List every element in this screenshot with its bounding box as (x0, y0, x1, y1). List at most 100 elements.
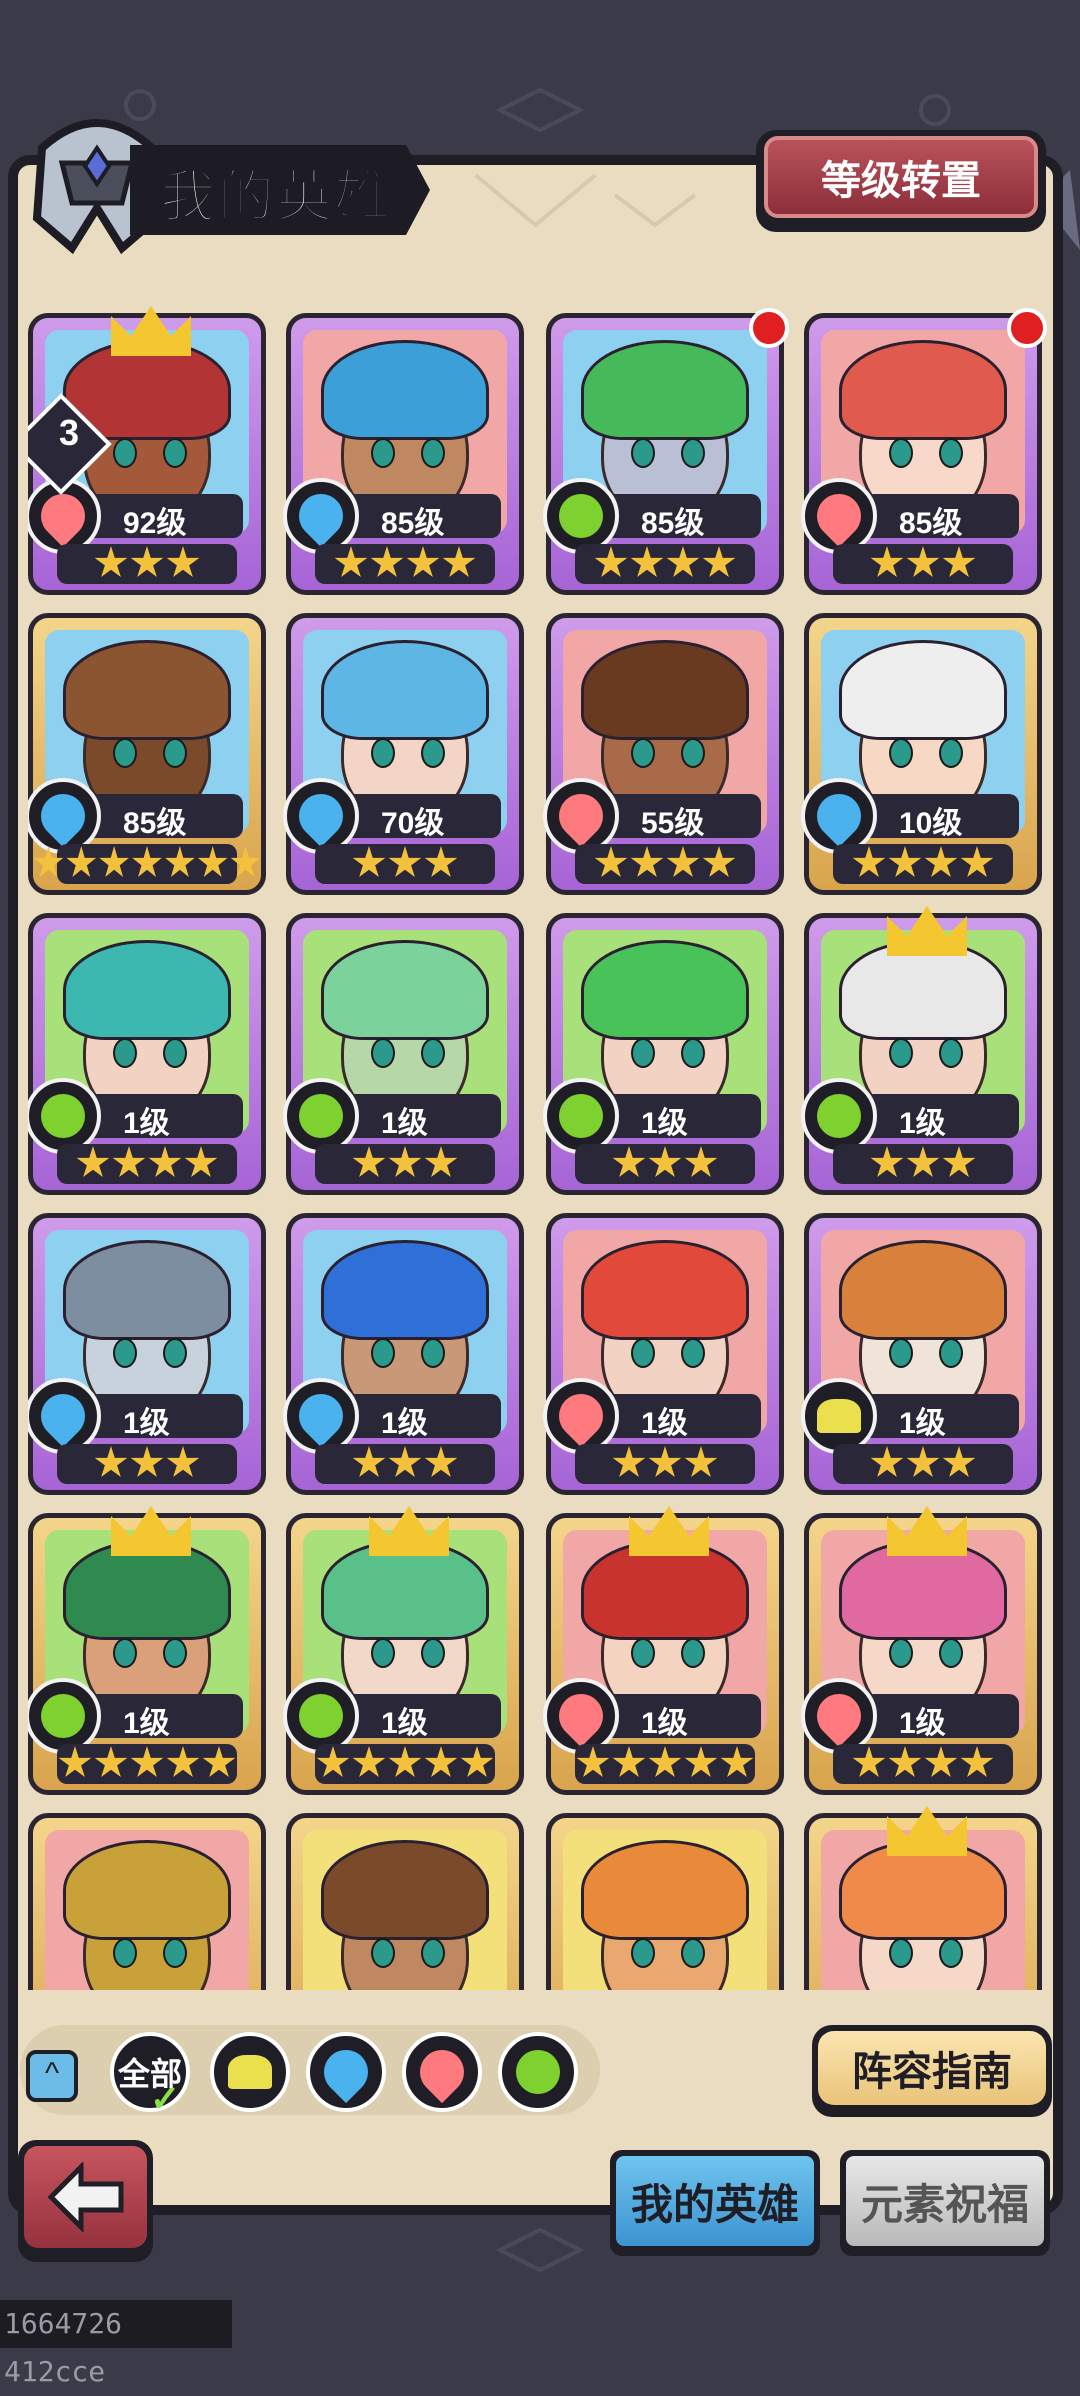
star-icon (94, 1446, 128, 1477)
star-icon (666, 546, 700, 577)
hero-card[interactable] (804, 1806, 1042, 1990)
fire-element-icon (549, 1384, 613, 1448)
hero-eye (631, 1038, 655, 1068)
hero-card[interactable]: 10级 (801, 613, 1042, 895)
wind-element-icon (299, 1094, 343, 1138)
crown-icon (887, 906, 967, 956)
level-transfer-button[interactable]: 等级转置 (756, 130, 1046, 232)
star-icon (942, 546, 976, 577)
hero-card[interactable]: 92级 3 (28, 306, 266, 595)
hero-level: 1级 (641, 1107, 688, 1140)
hero-card[interactable]: 85级 (801, 308, 1047, 595)
filter-wind-button[interactable] (498, 2032, 578, 2112)
tab-my-heroes[interactable]: 我的英雄 (610, 2150, 820, 2256)
star-rating (551, 846, 779, 880)
filter-earth-button[interactable] (210, 2032, 290, 2112)
fire-element-badge (543, 1378, 619, 1454)
water-element-badge (801, 778, 877, 854)
fire-element-icon (549, 1684, 613, 1748)
hero-level: 85级 (899, 507, 963, 540)
hero-card[interactable]: 1级 (543, 1213, 784, 1495)
hero-level: 92级 (123, 507, 187, 540)
water-element-icon (289, 784, 353, 848)
hero-eye (421, 1038, 445, 1068)
filter-fire-button[interactable] (402, 2032, 482, 2112)
star-icon (316, 1746, 350, 1777)
star-icon (388, 1746, 422, 1777)
hero-card[interactable]: 1级 (28, 913, 266, 1195)
collapse-up-button[interactable]: ^ (26, 2050, 78, 2102)
hero-eye (939, 438, 963, 468)
star-icon (388, 1146, 422, 1177)
hero-eye (889, 1038, 913, 1068)
hero-hair (581, 1240, 749, 1340)
hero-card[interactable]: 85级 (543, 308, 789, 595)
hero-eye (631, 1938, 655, 1968)
star-icon (648, 1746, 682, 1777)
filter-water-button[interactable] (306, 2032, 386, 2112)
hero-card[interactable]: 1级 (543, 913, 784, 1195)
star-rating (33, 846, 261, 880)
hero-hair (581, 940, 749, 1040)
hero-card[interactable] (286, 1813, 524, 1990)
star-icon (230, 846, 261, 877)
hero-hair (581, 1840, 749, 1940)
hero-hair (321, 640, 489, 740)
lineup-guide-button[interactable]: 阵容指南 (812, 2025, 1052, 2117)
hero-eye (113, 438, 137, 468)
star-icon (406, 546, 440, 577)
hero-portrait (45, 1830, 249, 1990)
hero-card[interactable]: 1级 (801, 1213, 1042, 1495)
star-icon (130, 546, 164, 577)
hero-eye (681, 438, 705, 468)
water-element-badge (283, 1378, 359, 1454)
hero-card[interactable] (28, 1813, 266, 1990)
star-icon (888, 846, 922, 877)
star-icon (684, 1446, 718, 1477)
hero-card[interactable]: 1级 (801, 906, 1042, 1195)
star-icon (130, 1446, 164, 1477)
hero-card[interactable]: 85级 (283, 313, 524, 595)
star-rating (551, 546, 779, 580)
hero-card[interactable]: 1级 (543, 1506, 784, 1795)
star-icon (352, 1446, 386, 1477)
hero-card[interactable]: 1级 (801, 1506, 1042, 1795)
hero-card[interactable] (546, 1813, 784, 1990)
star-rating (809, 846, 1037, 880)
hero-grid[interactable]: 92级 3 85级 85级 85级 85级 70级 55级 10级 1级 1级 1级 1级 1级 1级 1级 1… (28, 305, 1053, 1990)
build-id: 1664726 412cce (0, 2300, 232, 2388)
hero-card[interactable]: 1级 (283, 913, 524, 1195)
star-icon (612, 1746, 646, 1777)
hero-card[interactable]: 1级 (283, 1213, 524, 1495)
star-icon (960, 1746, 994, 1777)
hero-level: 1级 (641, 1407, 688, 1440)
star-rating (33, 1446, 261, 1480)
hero-eye (939, 1938, 963, 1968)
hero-card[interactable]: 1级 (28, 1213, 266, 1495)
hero-eye (113, 738, 137, 768)
fire-element-icon (807, 484, 871, 548)
tab-element-blessing[interactable]: 元素祝福 (840, 2150, 1050, 2256)
hero-eye (421, 1638, 445, 1668)
earth-element-icon (817, 1399, 861, 1433)
crown-icon (887, 1806, 967, 1856)
hero-level: 85级 (641, 507, 705, 540)
star-icon (906, 1146, 940, 1177)
hero-card[interactable]: 55级 (543, 613, 784, 895)
hero-eye (939, 738, 963, 768)
crown-icon (111, 306, 191, 356)
water-element-icon (289, 1384, 353, 1448)
hero-level: 1级 (641, 1707, 688, 1740)
back-button[interactable] (18, 2140, 153, 2262)
hero-hair (321, 340, 489, 440)
wind-element-badge (28, 1078, 101, 1154)
hero-hair (63, 1240, 231, 1340)
earth-element-badge (801, 1378, 877, 1454)
hero-card[interactable]: 70级 (283, 613, 524, 895)
hero-card[interactable]: 1级 (28, 1506, 266, 1795)
star-icon (166, 1446, 200, 1477)
hero-card[interactable]: 85级 (28, 613, 266, 895)
star-icon (942, 1446, 976, 1477)
hero-hair (839, 340, 1007, 440)
hero-card[interactable]: 1级 (283, 1506, 524, 1795)
